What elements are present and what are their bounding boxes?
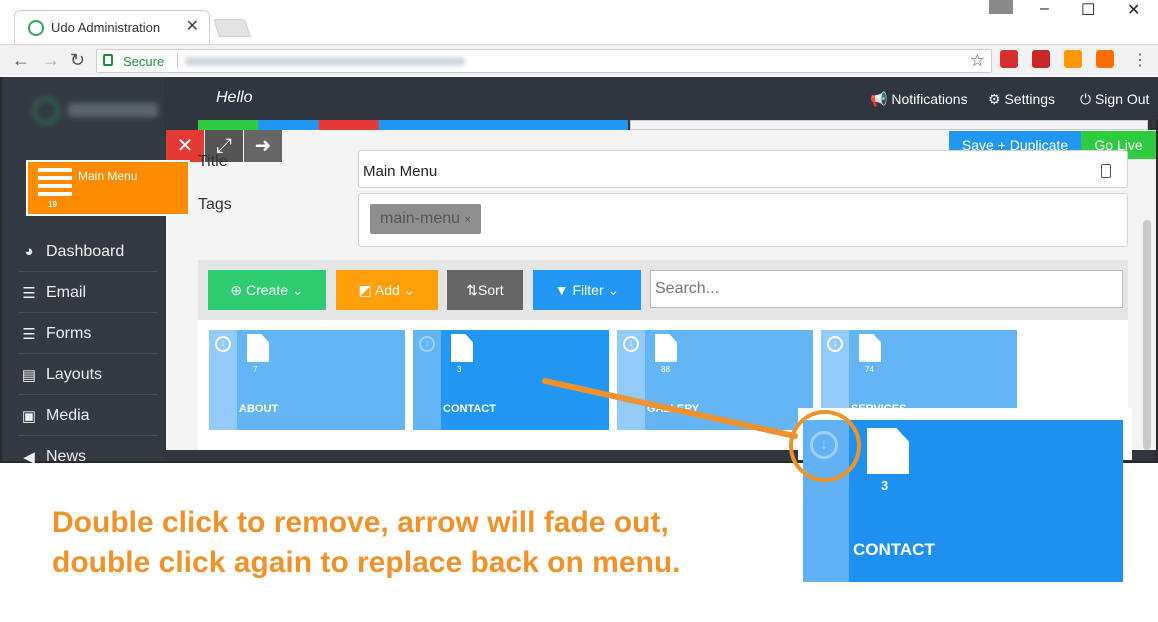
caption-line-1: Double click to remove, arrow will fade … — [52, 506, 669, 539]
caption-line-2: double click again to replace back on me… — [52, 546, 681, 579]
instruction-caption: Double click to remove, arrow will fade … — [52, 503, 792, 583]
document-icon — [867, 428, 909, 474]
zoom-tile-count: 3 — [881, 478, 889, 493]
highlight-ring — [789, 410, 861, 482]
zoom-tile-name: CONTACT — [853, 540, 935, 559]
annotation-line — [542, 378, 798, 439]
